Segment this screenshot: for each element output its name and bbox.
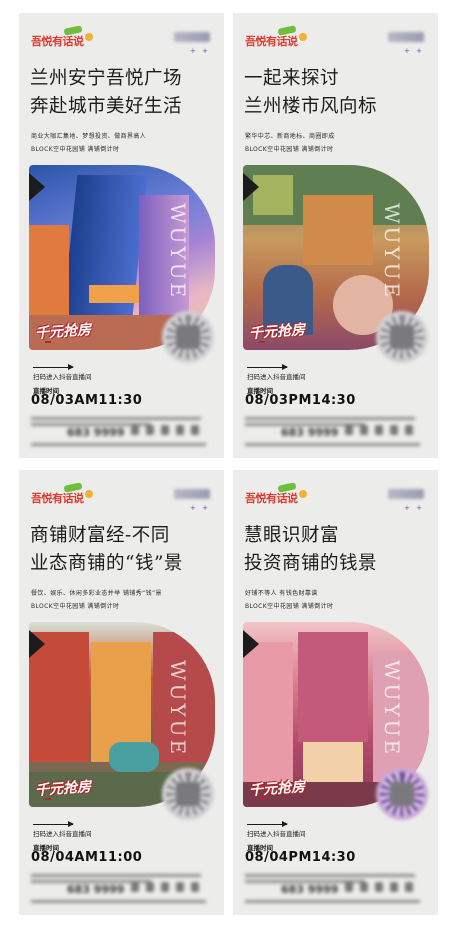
poster-card[interactable]: 吾悦有话说 + + 慧眼识财富 投资商铺的钱景 好铺不等人 有钱色财靠谱 BLO…: [233, 470, 438, 915]
plus-marks: + +: [190, 504, 210, 512]
live-time: 08/04AM11:00: [31, 850, 143, 865]
partner-logo: [174, 32, 210, 42]
arrow-right-icon: [33, 364, 74, 370]
poster-title-line2: 投资商铺的钱景: [244, 553, 378, 574]
logo-dot-icon: [299, 33, 307, 41]
poster-subtitle-2: BLOCK空中花园铺 满铺倒计时: [245, 603, 334, 610]
promo-slogan-tag: [259, 798, 265, 800]
logo-dot-icon: [85, 33, 93, 41]
poster-title-line2: 兰州楼市风向标: [244, 96, 378, 117]
poster-title-line2: 业态商铺的“钱”景: [30, 553, 183, 574]
brand-logo: 吾悦有话说: [31, 492, 84, 505]
promo-slogan: 千元抢房: [34, 779, 92, 799]
partner-logo: [388, 489, 424, 499]
hotline-number: 683 9999: [281, 426, 339, 439]
poster-subtitle-2: BLOCK空中花园铺 满铺倒计时: [245, 146, 334, 153]
live-time: 08/03AM11:30: [31, 393, 143, 408]
partner-logo: [388, 32, 424, 42]
hotline-number: 683 9999: [67, 426, 125, 439]
poster-subtitle: 好铺不等人 有钱色财靠谱: [245, 590, 318, 597]
watermark-text: WUYUE: [380, 203, 404, 301]
footer-info: 683 9999: [31, 872, 211, 908]
scan-instruction: 扫码进入抖音直播间: [33, 373, 92, 381]
scan-instruction: 扫码进入抖音直播间: [247, 830, 306, 838]
poster-subtitle-2: BLOCK空中花园铺 满铺倒计时: [31, 603, 120, 610]
watermark-text: WUYUE: [166, 660, 190, 758]
scan-instruction: 扫码进入抖音直播间: [33, 830, 92, 838]
promo-slogan: 千元抢房: [34, 322, 92, 342]
arrow-right-icon: [33, 821, 74, 827]
qr-code[interactable]: [376, 768, 428, 820]
footer-info: 683 9999: [31, 415, 211, 451]
play-triangle-icon: [29, 173, 45, 201]
plus-marks: + +: [190, 47, 210, 55]
play-triangle-icon: [29, 630, 45, 658]
poster-title-line1: 兰州安宁吾悦广场: [30, 68, 183, 89]
poster-subtitle: 商业大咖汇集地、梦想投资、做商界高人: [31, 133, 147, 140]
watermark-text: WUYUE: [166, 203, 190, 301]
hotline-number: 683 9999: [67, 883, 125, 896]
poster-title-line1: 商铺财富经-不同: [30, 525, 170, 546]
qr-code[interactable]: [162, 768, 214, 820]
footer-info: 683 9999: [245, 415, 425, 451]
brand-logo: 吾悦有话说: [31, 35, 84, 48]
live-time: 08/03PM14:30: [245, 393, 356, 408]
logo-dot-icon: [299, 490, 307, 498]
promo-slogan-tag: [259, 341, 265, 343]
logo-dot-icon: [85, 490, 93, 498]
partner-logo: [174, 489, 210, 499]
footer-info: 683 9999: [245, 872, 425, 908]
poster-subtitle-2: BLOCK空中花园铺 满铺倒计时: [31, 146, 120, 153]
hotline-number: 683 9999: [281, 883, 339, 896]
arrow-right-icon: [247, 364, 288, 370]
promo-slogan-tag: [45, 341, 51, 343]
poster-subtitle: 餐饮、娱乐、休闲多彩业态并举 铺铺秀“钱”景: [31, 590, 162, 597]
brand-logo: 吾悦有话说: [245, 35, 298, 48]
watermark-text: WUYUE: [380, 660, 404, 758]
plus-marks: + +: [404, 504, 424, 512]
play-triangle-icon: [243, 173, 259, 201]
play-triangle-icon: [243, 630, 259, 658]
scan-instruction: 扫码进入抖音直播间: [247, 373, 306, 381]
poster-title-line2: 奔赴城市美好生活: [30, 96, 183, 117]
promo-slogan: 千元抢房: [248, 779, 306, 799]
promo-slogan-tag: [45, 798, 51, 800]
qr-code[interactable]: [162, 311, 214, 363]
arrow-right-icon: [247, 821, 288, 827]
poster-card[interactable]: 吾悦有话说 + + 商铺财富经-不同 业态商铺的“钱”景 餐饮、娱乐、休闲多彩业…: [19, 470, 224, 915]
brand-logo: 吾悦有话说: [245, 492, 298, 505]
poster-card[interactable]: 吾悦有话说 + + 一起来探讨 兰州楼市风向标 繁华中芯、新商地标、商圈即成 B…: [233, 13, 438, 458]
poster-title-line1: 一起来探讨: [244, 68, 340, 89]
plus-marks: + +: [404, 47, 424, 55]
poster-card[interactable]: 吾悦有话说 + + 兰州安宁吾悦广场 奔赴城市美好生活 商业大咖汇集地、梦想投资…: [19, 13, 224, 458]
qr-code[interactable]: [376, 311, 428, 363]
promo-slogan: 千元抢房: [248, 322, 306, 342]
poster-title-line1: 慧眼识财富: [244, 525, 340, 546]
poster-subtitle: 繁华中芯、新商地标、商圈即成: [245, 133, 335, 140]
live-time: 08/04PM14:30: [245, 850, 356, 865]
